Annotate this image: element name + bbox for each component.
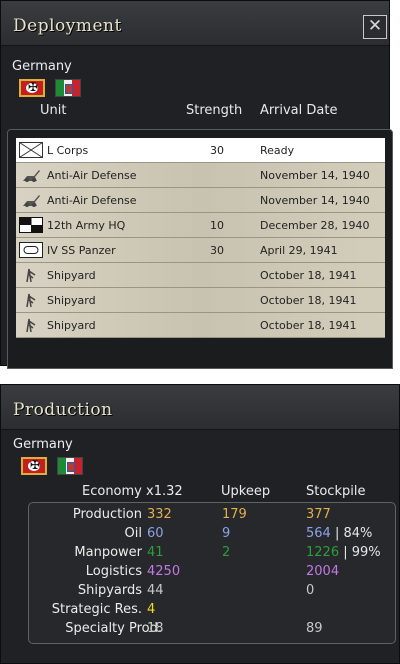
- unit-arrival-date: November 14, 1940: [260, 194, 370, 207]
- logistics-label: Logistics: [85, 564, 142, 579]
- unit-row[interactable]: L Corps 30 Ready: [16, 138, 385, 163]
- unit-row[interactable]: Shipyard October 18, 1941: [16, 288, 385, 313]
- production-title: Production: [13, 400, 113, 420]
- logistics-value: 4250: [147, 564, 181, 579]
- unit-arrival-date: Ready: [260, 144, 295, 157]
- unit-strength: 10: [210, 219, 224, 232]
- column-header-arrival[interactable]: Arrival Date: [260, 103, 337, 118]
- unit-strength: 30: [210, 144, 224, 157]
- logistics-stockpile: 2004: [306, 564, 340, 579]
- armor-icon: [19, 242, 43, 258]
- manpower-stockpile-percent: 99%: [351, 545, 381, 560]
- manpower-stockpile-group: 1226 | 99%: [306, 545, 381, 560]
- shipyards-value: 44: [147, 583, 164, 598]
- germany-flag-icon[interactable]: [21, 457, 47, 475]
- unit-name: L Corps: [47, 144, 89, 157]
- manpower-upkeep: 2: [222, 545, 231, 560]
- anti-air-icon: [19, 192, 43, 208]
- strategic-resources-value: 4: [147, 602, 156, 617]
- manpower-label: Manpower: [74, 545, 142, 560]
- unit-arrival-date: October 18, 1941: [260, 269, 357, 282]
- unit-name: Shipyard: [47, 294, 96, 307]
- oil-stockpile-group: 564 | 84%: [306, 526, 372, 541]
- close-icon: ✕: [367, 16, 383, 36]
- unit-arrival-date: December 28, 1940: [260, 219, 370, 232]
- unit-row[interactable]: Shipyard October 18, 1941: [16, 313, 385, 338]
- stockpile-header: Stockpile: [306, 484, 366, 499]
- unit-arrival-date: November 14, 1940: [260, 169, 370, 182]
- oil-value: 60: [147, 526, 164, 541]
- column-header-strength[interactable]: Strength: [186, 103, 242, 118]
- manpower-value: 41: [147, 545, 164, 560]
- deployment-title: Deployment: [13, 16, 122, 36]
- unit-arrival-date: October 18, 1941: [260, 294, 357, 307]
- shipyards-label: Shipyards: [77, 583, 142, 598]
- specialty-production-stockpile: 89: [306, 621, 323, 636]
- production-upkeep: 179: [222, 507, 247, 522]
- strategic-resources-label: Strategic Res.: [51, 602, 142, 617]
- unit-strength: 30: [210, 244, 224, 257]
- shipyard-icon: [19, 267, 43, 283]
- production-label: Production: [72, 507, 142, 522]
- unit-row[interactable]: 12th Army HQ 10 December 28, 1940: [16, 213, 385, 238]
- unit-name: Anti-Air Defense: [47, 169, 137, 182]
- italy-flag-icon[interactable]: [55, 79, 81, 97]
- unit-row[interactable]: IV SS Panzer 30 April 29, 1941: [16, 238, 385, 263]
- unit-list: L Corps 30 Ready Anti-Air Defense November 1…: [16, 138, 385, 338]
- upkeep-header: Upkeep: [221, 484, 271, 499]
- shipyard-icon: [19, 292, 43, 308]
- production-nation-name: Germany: [13, 437, 73, 452]
- oil-label: Oil: [124, 526, 142, 541]
- unit-row[interactable]: Anti-Air Defense November 14, 1940: [16, 163, 385, 188]
- unit-row[interactable]: Shipyard October 18, 1941: [16, 263, 385, 288]
- unit-name: Shipyard: [47, 319, 96, 332]
- specialty-production-value: 18: [147, 621, 164, 636]
- oil-stockpile-percent: 84%: [343, 526, 373, 541]
- close-button[interactable]: ✕: [363, 15, 387, 39]
- unit-name: Anti-Air Defense: [47, 194, 137, 207]
- deployment-titlebar[interactable]: Deployment ✕: [1, 1, 389, 46]
- anti-air-icon: [19, 167, 43, 183]
- column-header-unit[interactable]: Unit: [40, 103, 66, 118]
- oil-stockpile: 564: [306, 526, 331, 541]
- unit-name: Shipyard: [47, 269, 96, 282]
- production-stockpile: 377: [306, 507, 331, 522]
- unit-name: 12th Army HQ: [47, 219, 126, 232]
- germany-flag-icon[interactable]: [19, 79, 45, 97]
- shipyard-icon: [19, 317, 43, 333]
- unit-name: IV SS Panzer: [47, 244, 116, 257]
- deployment-nation-name: Germany: [12, 59, 72, 74]
- production-titlebar[interactable]: Production: [1, 385, 399, 430]
- italy-flag-icon[interactable]: [57, 457, 83, 475]
- shipyards-stockpile: 0: [306, 583, 315, 598]
- separator: |: [343, 545, 348, 560]
- manpower-stockpile: 1226: [306, 545, 340, 560]
- hq-icon: [19, 217, 43, 233]
- production-value: 332: [147, 507, 172, 522]
- separator: |: [334, 526, 340, 541]
- unit-arrival-date: October 18, 1941: [260, 319, 357, 332]
- infantry-corps-icon: [19, 142, 43, 158]
- economy-header: Economy x1.32: [82, 484, 183, 499]
- unit-arrival-date: April 29, 1941: [260, 244, 338, 257]
- unit-row[interactable]: Anti-Air Defense November 14, 1940: [16, 188, 385, 213]
- oil-upkeep: 9: [222, 526, 231, 541]
